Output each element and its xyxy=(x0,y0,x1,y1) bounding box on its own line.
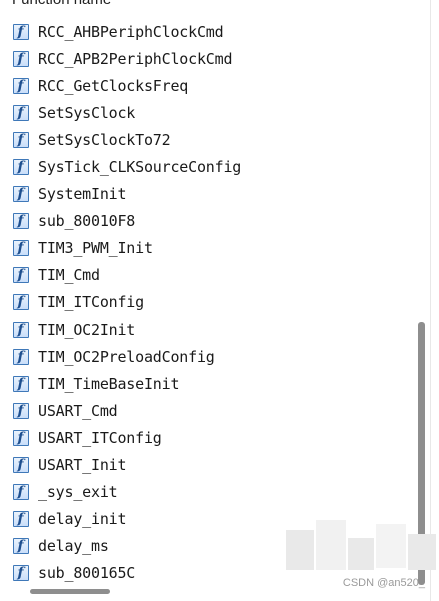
function-name-label: TIM_TimeBaseInit xyxy=(38,374,180,393)
horizontal-scrollbar-thumb[interactable] xyxy=(30,589,110,594)
function-name-label: USART_Cmd xyxy=(38,401,118,420)
function-name-label: TIM_Cmd xyxy=(38,266,100,285)
function-name-label: RCC_GetClocksFreq xyxy=(38,76,189,95)
function-name-label: TIM_OC2PreloadConfig xyxy=(38,347,215,366)
function-icon: f xyxy=(13,23,29,40)
function-row[interactable]: f TIM_Cmd xyxy=(0,262,416,289)
function-name-label: SetSysClock xyxy=(38,103,136,122)
function-icon: f xyxy=(13,375,29,392)
column-header-function-name[interactable]: Function name xyxy=(12,0,111,9)
function-name-label: RCC_APB2PeriphClockCmd xyxy=(38,49,233,68)
function-icon: f xyxy=(13,159,29,176)
function-icon: f xyxy=(13,511,29,528)
function-icon-glyph: f xyxy=(17,104,24,121)
window-edge xyxy=(430,0,439,601)
function-icon: f xyxy=(13,131,29,148)
function-row[interactable]: f TIM_ITConfig xyxy=(0,289,416,316)
function-icon-glyph: f xyxy=(17,50,24,67)
function-row[interactable]: f RCC_GetClocksFreq xyxy=(0,72,416,99)
function-list: Function name fRCC_AHBPeriphClockCmdfRCC… xyxy=(0,0,416,585)
function-icon-glyph: f xyxy=(17,402,24,419)
function-icon-glyph: f xyxy=(17,240,24,257)
function-row[interactable]: f USART_Init xyxy=(0,452,416,479)
function-icon: f xyxy=(13,429,29,446)
function-name-label: SetSysClockTo72 xyxy=(38,130,171,149)
function-row[interactable]: f TIM3_PWM_Init xyxy=(0,235,416,262)
function-icon-glyph: f xyxy=(17,213,24,230)
function-icon-glyph: f xyxy=(17,77,24,94)
function-icon: f xyxy=(13,77,29,94)
function-icon-glyph: f xyxy=(17,23,24,40)
function-icon: f xyxy=(13,321,29,338)
function-name-label: SystemInit xyxy=(38,185,127,204)
function-row[interactable]: f SetSysClock xyxy=(0,99,416,126)
watermark: CSDN @an520_ xyxy=(342,577,425,589)
function-name-label: SysTick_CLKSourceConfig xyxy=(38,158,242,177)
function-row[interactable]: f SystemInit xyxy=(0,181,416,208)
function-rows: f RCC_AHBPeriphClockCmd f RCC_APB2PeriphClo… xyxy=(0,18,416,585)
function-row[interactable]: f USART_ITConfig xyxy=(0,424,416,451)
function-icon-glyph: f xyxy=(17,565,24,582)
function-row[interactable]: f TIM_TimeBaseInit xyxy=(0,370,416,397)
function-name-label: TIM3_PWM_Init xyxy=(38,239,153,258)
function-name-label: sub_80010F8 xyxy=(38,212,136,231)
functions-window: Function name fRCC_AHBPeriphClockCmdfRCC… xyxy=(0,0,439,601)
function-icon: f xyxy=(13,565,29,582)
function-icon-glyph: f xyxy=(17,484,24,501)
function-name-label: _sys_exit xyxy=(38,483,118,502)
function-icon: f xyxy=(13,402,29,419)
function-icon-glyph: f xyxy=(17,294,24,311)
function-row[interactable]: f sub_80010F8 xyxy=(0,208,416,235)
function-name-label: sub_800165C xyxy=(38,564,136,583)
function-name-label: delay_init xyxy=(38,510,127,529)
function-icon: f xyxy=(13,348,29,365)
function-name-label: USART_Init xyxy=(38,456,127,475)
function-icon: f xyxy=(13,213,29,230)
function-icon-glyph: f xyxy=(17,267,24,284)
function-icon-glyph: f xyxy=(17,429,24,446)
function-icon-glyph: f xyxy=(17,538,24,555)
function-icon-glyph: f xyxy=(17,186,24,203)
function-icon-glyph: f xyxy=(17,131,24,148)
function-icon: f xyxy=(13,538,29,555)
function-icon: f xyxy=(13,104,29,121)
function-icon-glyph: f xyxy=(17,159,24,176)
redaction-mosaic xyxy=(286,520,438,582)
function-icon: f xyxy=(13,294,29,311)
function-name-label: RCC_AHBPeriphClockCmd xyxy=(38,22,224,41)
function-icon-glyph: f xyxy=(17,321,24,338)
function-icon: f xyxy=(13,240,29,257)
function-row[interactable]: f TIM_OC2Init xyxy=(0,316,416,343)
function-icon: f xyxy=(13,267,29,284)
function-icon: f xyxy=(13,186,29,203)
function-row[interactable]: f _sys_exit xyxy=(0,479,416,506)
function-icon-glyph: f xyxy=(17,348,24,365)
function-icon: f xyxy=(13,484,29,501)
function-row[interactable]: f USART_Cmd xyxy=(0,397,416,424)
function-icon-glyph: f xyxy=(17,375,24,392)
function-name-label: delay_ms xyxy=(38,537,109,556)
function-name-label: USART_ITConfig xyxy=(38,428,162,447)
function-icon: f xyxy=(13,50,29,67)
function-icon: f xyxy=(13,457,29,474)
function-row[interactable]: f SysTick_CLKSourceConfig xyxy=(0,153,416,180)
function-name-label: TIM_ITConfig xyxy=(38,293,144,312)
function-name-label: TIM_OC2Init xyxy=(38,320,136,339)
function-row[interactable]: f TIM_OC2PreloadConfig xyxy=(0,343,416,370)
function-row[interactable]: f RCC_APB2PeriphClockCmd xyxy=(0,45,416,72)
function-icon-glyph: f xyxy=(17,457,24,474)
function-row[interactable]: f SetSysClockTo72 xyxy=(0,126,416,153)
function-icon-glyph: f xyxy=(17,511,24,528)
function-row[interactable]: f RCC_AHBPeriphClockCmd xyxy=(0,18,416,45)
